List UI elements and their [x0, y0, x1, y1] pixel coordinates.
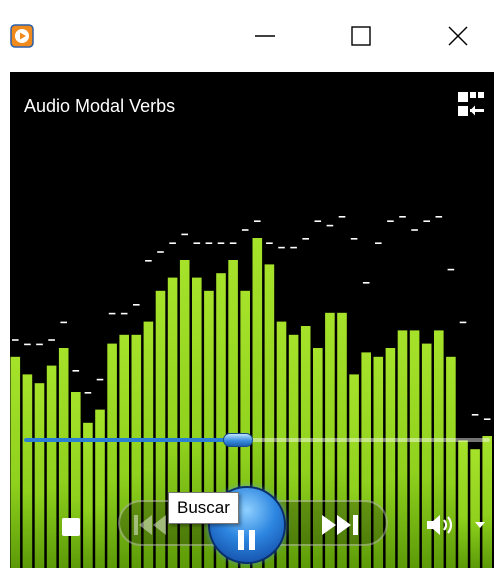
visualizer-peak [266, 242, 273, 244]
visualizer-peak [471, 414, 479, 416]
visualizer-peak [375, 242, 382, 244]
close-icon [448, 26, 468, 46]
previous-icon[interactable] [132, 512, 172, 538]
visualizer-peak [24, 343, 31, 346]
visualizer-peak [133, 304, 140, 306]
visualizer-peak [290, 246, 297, 249]
media-title: Audio Modal Verbs [24, 96, 176, 116]
switch-to-library-icon[interactable] [456, 90, 486, 120]
minimize-button[interactable] [237, 0, 293, 72]
stop-icon[interactable] [62, 518, 80, 536]
visualizer-peak [435, 216, 443, 218]
visualizer-peak [229, 242, 237, 244]
visualizer-peak [411, 229, 418, 231]
visualizer-peak [338, 216, 346, 218]
seek-thumb[interactable] [223, 433, 254, 447]
title-bar[interactable] [0, 0, 501, 72]
visualizer-peak [96, 378, 104, 381]
maximize-button[interactable] [333, 0, 389, 72]
visualizer-peak [447, 268, 455, 271]
visualizer-peak [241, 229, 249, 231]
media-player-window: Audio Modal Verbs Buscar [0, 0, 501, 568]
minimize-icon [255, 35, 275, 37]
chevron-down-icon[interactable] [474, 520, 486, 530]
visualizer-peak [278, 246, 285, 249]
visualizer-peak [72, 370, 80, 372]
visualizer-peak [362, 282, 370, 284]
visualizer-peak [157, 251, 164, 253]
visualizer-peak [423, 220, 430, 222]
visualizer-peak [302, 238, 309, 240]
visualizer-peak [169, 242, 176, 244]
visualizer-peak [483, 418, 491, 420]
visualizer-peak [120, 312, 128, 315]
visualizer-peak [387, 220, 394, 222]
visualizer-peak [181, 233, 188, 236]
visualizer-peak [459, 321, 467, 324]
visualizer-peak [108, 312, 116, 315]
visualizer-peak [84, 392, 92, 394]
visualizer-peak [399, 216, 406, 218]
visualizer-peak [254, 220, 261, 222]
visualizer-peak [36, 343, 43, 346]
next-icon[interactable] [318, 512, 366, 538]
visualizer-peak [350, 238, 358, 240]
close-button[interactable] [430, 0, 486, 72]
maximize-icon [351, 26, 371, 46]
seek-bar[interactable] [24, 433, 490, 447]
media-player-app-icon [10, 24, 34, 48]
visualizer-peak [12, 339, 19, 341]
visualizer-peak [314, 220, 322, 222]
seek-progress [24, 438, 239, 442]
visualizer-peak [193, 242, 201, 244]
visualizer-peak [326, 224, 334, 227]
playback-controls [10, 482, 494, 568]
visualizer-peak [48, 339, 55, 341]
now-playing-area[interactable]: Audio Modal Verbs [10, 72, 494, 568]
visualizer-peak [217, 242, 225, 244]
seek-tooltip: Buscar [168, 492, 239, 524]
visualizer-peak [145, 260, 152, 262]
pause-icon [238, 530, 255, 550]
visualizer-peak [205, 242, 213, 244]
volume-icon[interactable] [424, 512, 454, 538]
visualizer-peak [60, 321, 67, 324]
